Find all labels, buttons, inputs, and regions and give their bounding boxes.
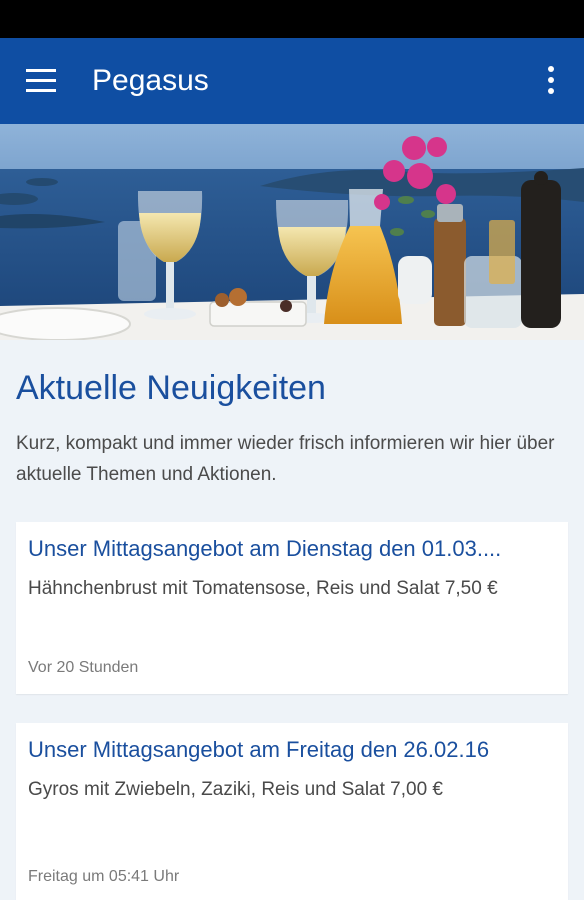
news-card-title[interactable]: Unser Mittagsangebot am Freitag den 26.0…: [28, 735, 556, 765]
main-content: Aktuelle Neuigkeiten Kurz, kompakt und i…: [0, 366, 584, 900]
news-card-title[interactable]: Unser Mittagsangebot am Dienstag den 01.…: [28, 534, 556, 564]
page-title: Aktuelle Neuigkeiten: [16, 369, 326, 407]
news-card-text: Gyros mit Zwiebeln, Zaziki, Reis und Sal…: [28, 779, 444, 800]
page-intro: Kurz, kompakt und immer wieder frisch in…: [16, 433, 555, 485]
hero-image: [0, 124, 584, 340]
app-bar: Pegasus: [0, 38, 584, 124]
news-card-time: Freitag um 05:41 Uhr: [28, 868, 180, 885]
app-title: Pegasus: [92, 64, 209, 97]
hamburger-menu-icon[interactable]: [26, 69, 58, 93]
status-bar: [0, 0, 584, 38]
more-vertical-icon[interactable]: [548, 66, 556, 96]
news-card[interactable]: Unser Mittagsangebot am Dienstag den 01.…: [16, 522, 568, 694]
news-card[interactable]: Unser Mittagsangebot am Freitag den 26.0…: [16, 723, 568, 900]
news-card-time: Vor 20 Stunden: [28, 659, 139, 676]
news-card-text: Hähnchenbrust mit Tomatensose, Reis und …: [28, 578, 498, 599]
